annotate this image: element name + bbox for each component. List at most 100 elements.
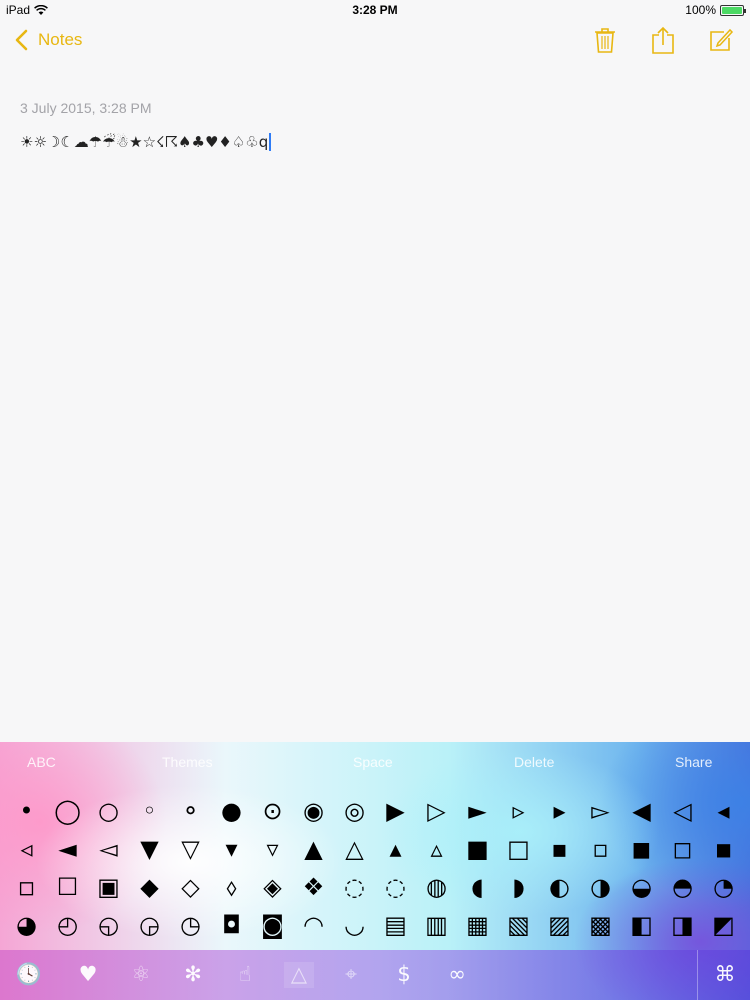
symbol-key[interactable]: ▲ [293,830,334,868]
symbol-key[interactable]: ◕ [6,906,47,944]
symbol-key[interactable]: ○ [88,792,129,830]
symbol-key[interactable]: △ [334,830,375,868]
symbol-key[interactable]: ◈ [252,868,293,906]
infinity-icon[interactable]: ∞ [442,962,472,988]
symbol-key[interactable]: ◉ [293,792,334,830]
symbol-key[interactable]: ◄ [47,830,88,868]
symbol-key[interactable]: ▧ [498,906,539,944]
symbol-key[interactable]: ◴ [47,906,88,944]
trash-icon[interactable] [592,26,618,54]
symbol-key[interactable]: ◧ [621,906,662,944]
atom-icon[interactable]: ⚛ [126,962,156,988]
note-date: 3 July 2015, 3:28 PM [20,100,152,116]
command-icon[interactable]: ⌘ [710,962,740,988]
symbol-key[interactable]: ◵ [88,906,129,944]
compose-icon[interactable] [708,26,734,54]
symbol-key[interactable]: ⬨ [211,868,252,906]
symbol-key[interactable]: ◔ [703,868,744,906]
space-button[interactable]: Space [353,754,393,770]
symbol-key[interactable]: ◘ [211,906,252,944]
symbol-key[interactable]: ◇ [170,868,211,906]
symbol-key[interactable]: ▻ [580,792,621,830]
status-right: 100% [685,3,746,17]
symbol-key[interactable]: ▸ [539,792,580,830]
symbol-key[interactable]: ❖ [293,868,334,906]
recent-icon[interactable]: 🕓 [14,962,44,988]
symbol-key[interactable]: ▨ [539,906,580,944]
symbol-key[interactable]: ▴ [375,830,416,868]
symbol-key[interactable]: ◖ [457,868,498,906]
symbol-key[interactable]: ◡ [334,906,375,944]
symbol-key[interactable]: ◯ [47,792,88,830]
text-cursor [269,133,272,151]
symbol-key[interactable]: ■ [457,830,498,868]
symbol-key[interactable]: ◐ [539,868,580,906]
symbol-key[interactable]: ▼ [129,830,170,868]
symbol-key[interactable]: ◨ [662,906,703,944]
delete-button[interactable]: Delete [514,754,554,770]
symbol-key[interactable]: □ [498,830,539,868]
symbol-key[interactable]: ◒ [621,868,662,906]
symbol-key[interactable]: ◷ [170,906,211,944]
symbol-key[interactable]: ⊙ [252,792,293,830]
symbol-key[interactable]: ◻ [662,830,703,868]
symbol-key[interactable]: ► [457,792,498,830]
symbol-key[interactable]: ▫ [580,830,621,868]
battery-icon [720,4,746,16]
symbol-key[interactable]: ▤ [375,906,416,944]
symbol-key[interactable]: ◀ [621,792,662,830]
symbol-key[interactable]: • [6,792,47,830]
symbol-key[interactable]: ☐ [47,868,88,906]
symbol-key[interactable]: ◆ [129,868,170,906]
symbol-key[interactable]: ◌ [334,868,375,906]
symbol-key[interactable]: ◾ [703,830,744,868]
dollar-icon[interactable]: $ [389,962,419,988]
category-bar: 🕓 ♥ ⚛ ✻ ☝ △ ⌖ $ ∞ ⌘ [0,950,750,1000]
symbol-key[interactable]: ▵ [416,830,457,868]
share-icon[interactable] [650,26,676,54]
symbol-key[interactable]: ◙ [252,906,293,944]
abc-button[interactable]: ABC [27,754,56,770]
symbol-key[interactable]: ▣ [88,868,129,906]
symbol-key[interactable]: ◑ [580,868,621,906]
symbol-key[interactable]: ◠ [293,906,334,944]
symbol-key[interactable]: ◶ [129,906,170,944]
symbol-key[interactable]: ◽ [6,868,47,906]
asterisk-icon[interactable]: ✻ [178,962,208,988]
symbol-key[interactable]: ◗ [498,868,539,906]
symbol-key[interactable]: ▷ [416,792,457,830]
symbol-key[interactable]: ◁ [662,792,703,830]
symbol-key[interactable]: ◌ [375,868,416,906]
back-button[interactable]: Notes [12,28,82,52]
symbol-key[interactable]: ◩ [703,906,744,944]
symbol-key[interactable]: ▥ [416,906,457,944]
symbol-key[interactable]: ◍ [416,868,457,906]
symbol-key[interactable]: ● [211,792,252,830]
symbol-key[interactable]: ◅ [88,830,129,868]
symbol-key[interactable]: ▿ [252,830,293,868]
note-text-area[interactable]: ☀☼☽☾☁☂☔☃★☆☇☈♠♣♥♦♤♧q [20,133,272,151]
symbol-key[interactable]: ◦ [129,792,170,830]
note-content[interactable]: 3 July 2015, 3:28 PM ☀☼☽☾☁☂☔☃★☆☇☈♠♣♥♦♤♧q [20,100,272,151]
heart-icon[interactable]: ♥ [73,962,103,988]
triangle-icon[interactable]: △ [284,962,314,988]
symbol-key[interactable]: ▪ [539,830,580,868]
symbol-key[interactable]: ◂ [703,792,744,830]
symbol-key[interactable]: ▩ [580,906,621,944]
themes-button[interactable]: Themes [162,754,213,770]
symbol-key[interactable]: ▽ [170,830,211,868]
symbol-key[interactable]: ◃ [6,830,47,868]
symbol-key[interactable]: ◓ [662,868,703,906]
symbol-key[interactable]: ▾ [211,830,252,868]
crosshair-icon[interactable]: ⌖ [336,962,366,988]
symbol-key[interactable]: ◎ [334,792,375,830]
hand-icon[interactable]: ☝ [230,962,260,988]
symbol-grid: • ◯ ○ ◦ ⚬ ● ⊙ ◉ ◎ ▶ ▷ ► ▹ ▸ ▻ ◀ ◁ ◂ ◃ ◄ ◅ ▼ ▽ ▾ ▿ ▲ △ ▴ ▵ ■ □ ▪ ▫ ◼ ◻ ◾ ◽ ☐… [6,792,744,944]
symbol-key[interactable]: ◼ [621,830,662,868]
symbol-key[interactable]: ⚬ [170,792,211,830]
share-button[interactable]: Share [675,754,712,770]
nav-bar: Notes [0,22,750,62]
symbol-key[interactable]: ▶ [375,792,416,830]
symbol-key[interactable]: ▦ [457,906,498,944]
symbol-key[interactable]: ▹ [498,792,539,830]
